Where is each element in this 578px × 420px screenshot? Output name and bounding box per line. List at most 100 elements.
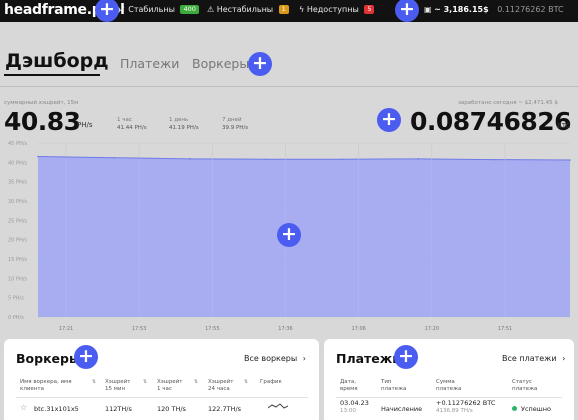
data-point (341, 158, 343, 161)
payment-date: 03.04.23 (340, 399, 369, 407)
stable-status[interactable]: ✓ Стабильны 400 (119, 5, 199, 14)
x-tick-label: 17:21 (59, 326, 73, 332)
sort-icon[interactable]: ⇅ (143, 379, 147, 385)
col-hashrate-1h[interactable]: Хэшрейт 1 час (157, 379, 185, 393)
hashrate-1h-value: 41.44 PH/s (117, 125, 147, 131)
unstable-status[interactable]: ⚠ Нестабильны 1 (207, 5, 289, 14)
tab-bar: Дэшборд Платежи Воркеры + (0, 22, 578, 86)
col-hashrate-24h[interactable]: Хэшрейт 24 часа (208, 379, 236, 393)
payments-card: Платежи + Все платежи › Дата, время Тип … (324, 339, 574, 420)
wallet-icon: ▣ (424, 5, 432, 14)
sort-icon[interactable]: ⇅ (244, 379, 248, 385)
y-tick-label: 40 PH/s (8, 160, 27, 166)
tab-payments[interactable]: Платежи (120, 56, 179, 71)
col-type[interactable]: Тип платежа (381, 379, 411, 393)
all-payments-link[interactable]: Все платежи › (502, 354, 565, 363)
y-tick-label: 0 PH/s (8, 315, 24, 321)
tabs-divider (0, 86, 578, 87)
col-chart: График (260, 379, 282, 385)
table-header-divider (336, 397, 562, 398)
col-hashrate-15m[interactable]: Хэшрейт 15 мин (105, 379, 133, 393)
x-tick-label: 17:53 (132, 326, 146, 332)
hashrate-1h-label: 1 час (117, 117, 132, 123)
balance-usd: ~ 3,186.15$ (434, 5, 489, 14)
data-point (113, 156, 115, 159)
data-point (189, 158, 191, 160)
data-point (417, 158, 419, 160)
earned-today-unit: BTC (557, 122, 571, 130)
y-tick-label: 35 PH/s (8, 180, 27, 186)
status-dot (512, 406, 517, 411)
unstable-label: Нестабильны (216, 5, 274, 14)
chevron-right-icon: › (562, 354, 566, 363)
top-bar: headframe.pool + ✓ Стабильны 400 ⚠ Неста… (0, 0, 578, 22)
offline-label: Недоступны (306, 5, 359, 14)
all-workers-link[interactable]: Все воркеры › (244, 354, 306, 363)
workers-card: Воркеры + Все воркеры › Имя воркера, имя… (4, 339, 319, 420)
series-area (38, 156, 570, 317)
chevron-right-icon: › (302, 354, 306, 363)
stable-label: Стабильны (128, 5, 175, 14)
worker-hashrate-1h: 120 TH/s (157, 405, 186, 413)
payment-amount-usd: 4136.89 TH/s (436, 408, 473, 414)
stable-count-badge: 400 (180, 5, 199, 14)
total-hashrate-value: 40.83 (4, 107, 81, 136)
plus-icon[interactable]: + (277, 223, 301, 247)
plus-icon[interactable]: + (74, 345, 98, 369)
offline-count-badge: 5 (364, 5, 375, 14)
y-tick-label: 30 PH/s (8, 199, 27, 205)
y-tick-label: 45 PH/s (8, 141, 27, 147)
worker-hashrate-15m: 112TH/s (105, 405, 132, 413)
check-icon: ✓ (119, 5, 126, 14)
plus-icon[interactable]: + (248, 52, 272, 76)
earned-today-value: 0.08746826 (410, 107, 572, 136)
wallet-balance[interactable]: ▣ ~ 3,186.15$ 0.11276262 BTC (424, 5, 564, 14)
data-point (493, 158, 495, 161)
data-point (37, 155, 39, 158)
col-amount[interactable]: Сумма платежа (436, 379, 476, 393)
hashrate-7d-value: 39.9 PH/s (222, 125, 249, 131)
hashrate-1d-label: 1 день (169, 117, 189, 123)
workers-title: Воркеры (16, 351, 81, 366)
total-hashrate-unit: PH/s (77, 121, 93, 129)
payment-status: Успешно (521, 405, 551, 413)
plus-icon[interactable]: + (394, 345, 418, 369)
x-tick-label: 17:36 (278, 326, 292, 332)
total-hashrate-label: суммарный хэшрейт, 15м (4, 100, 79, 106)
sort-icon[interactable]: ⇅ (194, 379, 198, 385)
col-date[interactable]: Дата, время (340, 379, 370, 393)
plus-icon[interactable]: + (395, 0, 419, 22)
data-point (569, 159, 571, 161)
tab-workers[interactable]: Воркеры (192, 56, 249, 71)
worker-hashrate-24h: 122.7TH/s (208, 405, 242, 413)
col-status[interactable]: Статус платежа (512, 379, 544, 393)
balance-btc: 0.11276262 BTC (497, 5, 564, 14)
worker-name: btc.31x101x5 (34, 405, 79, 413)
earned-today-label: заработано сегодня ~ $2,471.45 $ (458, 100, 558, 106)
y-tick-label: 25 PH/s (8, 218, 27, 224)
y-tick-label: 20 PH/s (8, 238, 27, 244)
lightning-icon: ϟ (299, 5, 305, 14)
y-tick-label: 10 PH/s (8, 276, 27, 282)
x-tick-label: 17:06 (351, 326, 365, 332)
all-workers-label: Все воркеры (244, 354, 298, 363)
payments-title: Платежи (336, 351, 401, 366)
y-tick-label: 5 PH/s (8, 296, 24, 302)
x-tick-label: 17:55 (205, 326, 219, 332)
plus-icon[interactable]: + (95, 0, 119, 22)
page: headframe.pool + ✓ Стабильны 400 ⚠ Неста… (0, 0, 578, 420)
unstable-count-badge: 1 (278, 5, 289, 14)
plus-icon[interactable]: + (377, 108, 401, 132)
x-tick-label: 17:20 (425, 326, 439, 332)
all-payments-label: Все платежи (502, 354, 557, 363)
sort-icon[interactable]: ⇅ (92, 379, 96, 385)
data-point (265, 158, 267, 161)
tab-dashboard[interactable]: Дэшборд (5, 50, 109, 72)
warning-icon: ⚠ (207, 5, 215, 14)
sparkline-icon (268, 403, 288, 409)
offline-status[interactable]: ϟ Недоступны 5 (299, 5, 375, 14)
hashrate-1d-value: 41.19 PH/s (169, 125, 199, 131)
table-header-divider (16, 397, 308, 398)
star-icon[interactable]: ☆ (20, 403, 27, 412)
col-worker-name[interactable]: Имя воркера, имя клиента (20, 379, 90, 393)
